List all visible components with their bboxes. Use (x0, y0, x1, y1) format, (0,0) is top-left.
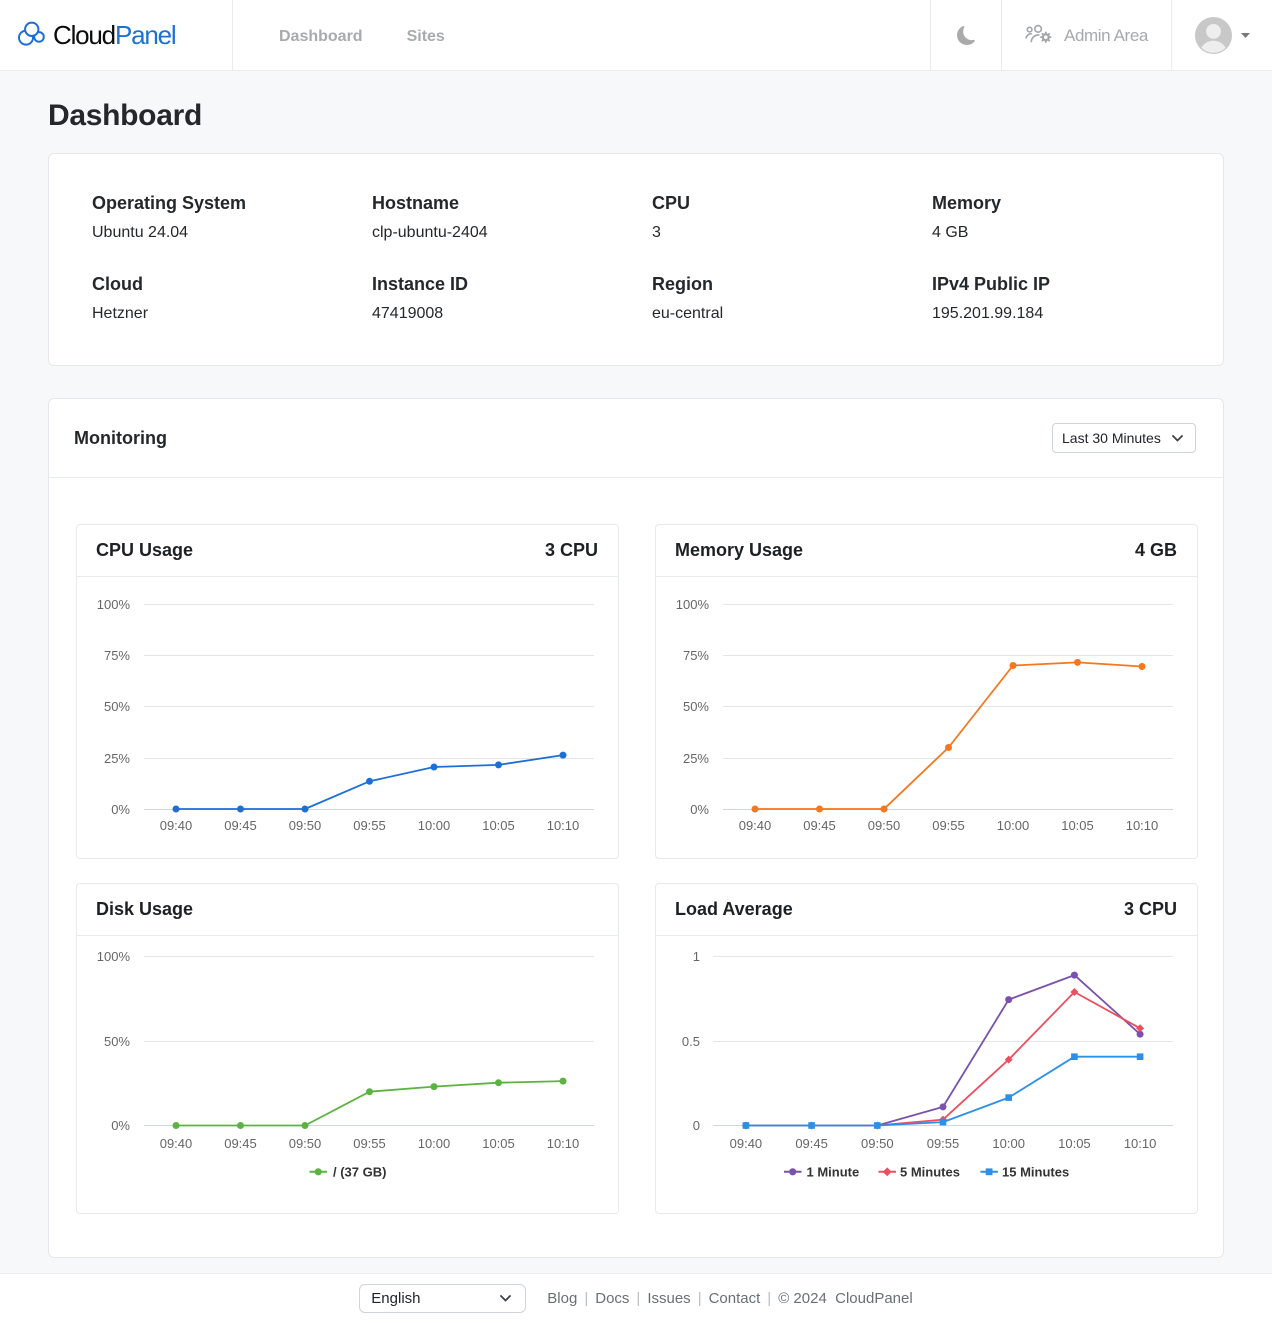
svg-text:10:05: 10:05 (1061, 818, 1094, 833)
svg-text:15 Minutes: 15 Minutes (1002, 1165, 1069, 1180)
svg-text:09:45: 09:45 (795, 1136, 828, 1151)
svg-text:10:10: 10:10 (547, 818, 580, 833)
svg-text:25%: 25% (104, 751, 130, 766)
svg-text:0.5: 0.5 (682, 1034, 700, 1049)
svg-text:/ (37 GB): / (37 GB) (333, 1165, 386, 1180)
svg-text:10:00: 10:00 (992, 1136, 1025, 1151)
svg-text:09:45: 09:45 (803, 818, 836, 833)
svg-text:09:40: 09:40 (160, 1136, 193, 1151)
svg-text:09:45: 09:45 (224, 1136, 257, 1151)
svg-text:0%: 0% (111, 802, 130, 817)
svg-text:100%: 100% (97, 949, 131, 964)
svg-text:10:05: 10:05 (482, 1136, 515, 1151)
svg-text:75%: 75% (683, 648, 709, 663)
svg-text:50%: 50% (104, 1034, 130, 1049)
svg-text:09:40: 09:40 (739, 818, 772, 833)
svg-text:09:55: 09:55 (932, 818, 965, 833)
svg-text:09:50: 09:50 (868, 818, 901, 833)
svg-text:0: 0 (693, 1118, 700, 1133)
svg-text:10:00: 10:00 (418, 1136, 451, 1151)
svg-text:100%: 100% (676, 597, 710, 612)
svg-text:09:40: 09:40 (160, 818, 193, 833)
svg-text:10:00: 10:00 (418, 818, 451, 833)
svg-text:10:05: 10:05 (1058, 1136, 1091, 1151)
svg-text:09:55: 09:55 (353, 1136, 386, 1151)
svg-text:10:10: 10:10 (1126, 818, 1159, 833)
svg-text:10:00: 10:00 (997, 818, 1030, 833)
svg-text:09:50: 09:50 (289, 1136, 322, 1151)
svg-text:10:05: 10:05 (482, 818, 515, 833)
svg-text:1: 1 (693, 949, 700, 964)
svg-text:09:40: 09:40 (730, 1136, 763, 1151)
svg-text:100%: 100% (97, 597, 131, 612)
svg-text:0%: 0% (111, 1118, 130, 1133)
svg-text:5 Minutes: 5 Minutes (900, 1165, 960, 1180)
svg-text:09:45: 09:45 (224, 818, 257, 833)
svg-text:50%: 50% (104, 699, 130, 714)
svg-text:10:10: 10:10 (547, 1136, 580, 1151)
svg-text:0%: 0% (690, 802, 709, 817)
svg-text:09:55: 09:55 (353, 818, 386, 833)
svg-text:25%: 25% (683, 751, 709, 766)
svg-text:75%: 75% (104, 648, 130, 663)
svg-text:09:50: 09:50 (289, 818, 322, 833)
svg-text:09:50: 09:50 (861, 1136, 894, 1151)
svg-text:50%: 50% (683, 699, 709, 714)
svg-text:1 Minute: 1 Minute (807, 1165, 860, 1180)
svg-text:10:10: 10:10 (1124, 1136, 1157, 1151)
svg-text:09:55: 09:55 (927, 1136, 960, 1151)
